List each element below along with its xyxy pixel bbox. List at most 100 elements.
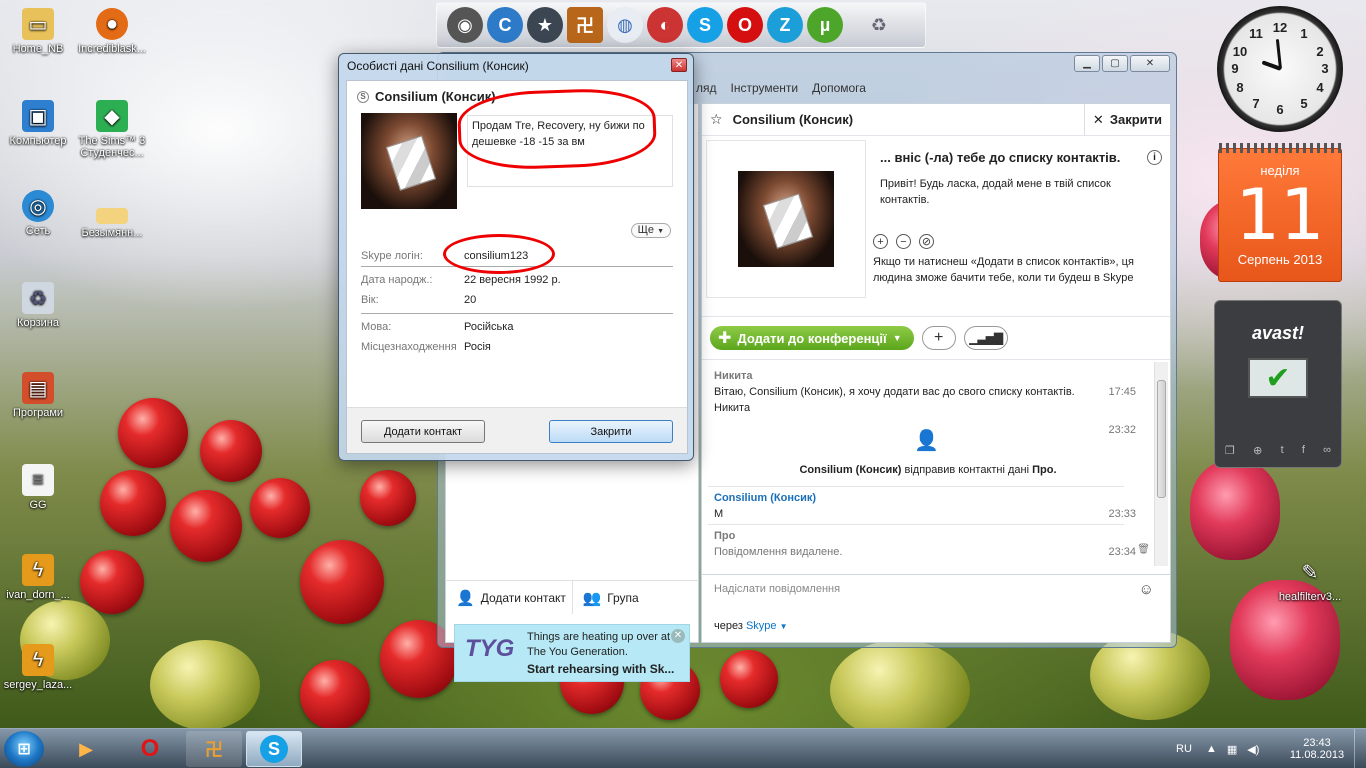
close-conversation-button[interactable]: ✕ Закрити (1083, 104, 1162, 135)
show-hidden-icons[interactable]: ▲ (1206, 743, 1217, 755)
recycle-bin-icon[interactable]: ♻ (861, 7, 897, 43)
desktop-icon-sims[interactable]: ◆ The Sims™ 3 Студенчес... (76, 100, 148, 159)
close-ad-icon[interactable]: ✕ (671, 629, 685, 643)
programs-folder-icon: ▤ (22, 372, 54, 404)
signal-bars-icon: ▁▃▅▇ (969, 331, 1003, 345)
maximize-button[interactable]: ▢ (1102, 55, 1128, 72)
taskbar-skype[interactable]: S (246, 731, 302, 767)
dock-app-icon[interactable]: C (487, 7, 523, 43)
desktop-icon-home-nb[interactable]: ▭ Home_NB (2, 8, 74, 55)
desktop-icon-image[interactable]: Безымянн... (76, 200, 148, 239)
group-action[interactable]: 👥 Група (571, 581, 699, 614)
desktop-icon-sergey-laza[interactable]: ϟ sergey_laza... (2, 644, 74, 691)
volume-icon[interactable]: ◀) (1247, 743, 1259, 756)
dialog-close-button[interactable]: ✕ (671, 58, 687, 72)
utorrent-icon[interactable]: µ (807, 7, 843, 43)
menu-bar: ляд Інструменти Допомога (696, 81, 866, 99)
close-dialog-button[interactable]: Закрити (549, 420, 673, 443)
dock-app-icon[interactable]: 卍 (567, 7, 603, 43)
skype-icon[interactable]: S (687, 7, 723, 43)
window-icon[interactable]: ❐ (1225, 444, 1235, 457)
send-via: через Skype ▼ (714, 620, 788, 632)
message-divider (708, 486, 1124, 487)
message-sender: Никита (714, 370, 753, 382)
decline-icon[interactable]: − (896, 234, 911, 249)
clock-gadget[interactable]: 12 1 2 3 4 5 6 7 8 9 10 11 (1217, 6, 1343, 132)
language-indicator[interactable]: RU (1176, 729, 1192, 768)
desktop-icon-healfilter[interactable]: ✎ healfilterv3... (1274, 556, 1346, 604)
folder-icon: ▭ (22, 8, 54, 40)
conversation-pane: ☆ Consilium (Консик) ✕ Закрити ... вніс … (701, 103, 1171, 643)
dock-app-icon[interactable]: Z (767, 7, 803, 43)
star-icon[interactable]: ☆ (710, 111, 723, 128)
network-tray-icon[interactable]: ▦ (1227, 743, 1237, 756)
twitter-icon[interactable]: t (1281, 444, 1284, 457)
contact-card-icon[interactable]: 👤 (914, 428, 939, 453)
chat-scrollbar[interactable] (1154, 362, 1168, 566)
network-icon: ◎ (22, 190, 54, 222)
add-button[interactable]: + (921, 326, 956, 350)
avast-gadget[interactable]: avast! ✔ ❐ ⊕ t f ∞ (1214, 300, 1342, 468)
block-icon[interactable]: ⊘ (919, 234, 934, 249)
ad-line-1: Things are heating up over at (527, 631, 671, 643)
menu-item-tools[interactable]: Інструменти (731, 81, 799, 99)
facebook-icon[interactable]: f (1302, 444, 1305, 457)
field-value: consilium123 (464, 250, 529, 262)
show-desktop-button[interactable] (1354, 729, 1366, 768)
message-time: 17:45 (1108, 386, 1136, 398)
field-language: Мова: Російська (361, 321, 673, 333)
close-window-button[interactable]: ✕ (1130, 55, 1170, 72)
share-icon[interactable]: ⊕ (1253, 444, 1262, 457)
start-button[interactable]: ⊞ (4, 731, 44, 767)
accept-icon[interactable]: + (873, 234, 888, 249)
menu-item-view[interactable]: ляд (696, 81, 717, 99)
taskbar-media-player[interactable]: ▶ (58, 731, 114, 767)
minimize-button[interactable]: ▁ (1074, 55, 1100, 72)
clock-number: 3 (1321, 61, 1329, 76)
add-to-conference-button[interactable]: ✚ Додати до конференції ▼ (710, 326, 914, 350)
scrollbar-thumb[interactable] (1157, 380, 1166, 498)
desktop-icon-label: Home_NB (12, 43, 64, 55)
skype-status-icon: S (357, 90, 369, 103)
request-actions: + − ⊘ (873, 234, 934, 249)
add-contact-button[interactable]: Додати контакт (361, 420, 485, 443)
plus-icon: ✚ (718, 330, 732, 347)
taskbar-clock[interactable]: 23:43 11.08.2013 (1282, 729, 1352, 768)
desktop-icon-label: Компьютер (9, 135, 67, 147)
desktop-icon-recycle-bin[interactable]: ♻ Корзина (2, 282, 74, 329)
desktop-icon-network[interactable]: ◎ Сеть (2, 190, 74, 237)
recycle-bin-icon: ♻ (22, 282, 54, 314)
desktop-icon-incrediblask[interactable]: ● Incrediblask... (76, 8, 148, 55)
desktop-icon-label: Incrediblask... (78, 43, 146, 55)
taskbar-time: 23:43 (1303, 737, 1331, 749)
more-button[interactable]: Ще ▼ (630, 223, 671, 238)
add-contact-button-label: Додати контакт (383, 425, 463, 438)
taskbar-game[interactable]: 卍 (186, 731, 242, 767)
taskbar-opera[interactable]: O (122, 731, 178, 767)
field-divider (361, 266, 673, 267)
desktop-icon-label: GG (29, 499, 47, 511)
info-icon[interactable]: i (1147, 150, 1162, 165)
emoticon-icon[interactable]: ☺ (1139, 581, 1154, 598)
dock-app-icon[interactable]: ◉ (447, 7, 483, 43)
opera-icon[interactable]: O (727, 7, 763, 43)
media-player-icon: ▶ (79, 738, 93, 759)
desktop-icon-computer[interactable]: ▣ Компьютер (2, 100, 74, 147)
send-via-selector[interactable]: Skype ▼ (746, 620, 788, 632)
dock-app-icon[interactable]: ★ (527, 7, 563, 43)
menu-item-help[interactable]: Допомога (812, 81, 866, 99)
calendar-gadget[interactable]: неділя 11 Серпень 2013 (1218, 143, 1342, 282)
clock-number: 8 (1236, 80, 1244, 95)
tyg-advertisement[interactable]: TYG Things are heating up over at The Yo… (454, 624, 690, 682)
desktop-icon-programs[interactable]: ▤ Програми (2, 372, 74, 419)
dock-app-icon[interactable]: ◐ (647, 7, 683, 43)
message-text: Повідомлення видалене. (714, 546, 843, 558)
link-icon[interactable]: ∞ (1323, 444, 1331, 457)
desktop-icon-ivan-dorn[interactable]: ϟ ivan_dorn_... (2, 554, 74, 601)
call-quality-button[interactable]: ▁▃▅▇ (963, 326, 1008, 350)
message-input[interactable]: Надіслати повідомлення ☺ (702, 574, 1170, 610)
dock-app-icon[interactable]: ◍ (607, 7, 643, 43)
desktop-icon-gg[interactable]: ≡ GG (2, 464, 74, 511)
add-contact-action[interactable]: 👤 Додати контакт (446, 581, 572, 614)
trash-icon[interactable]: 🗑 (1137, 544, 1150, 555)
